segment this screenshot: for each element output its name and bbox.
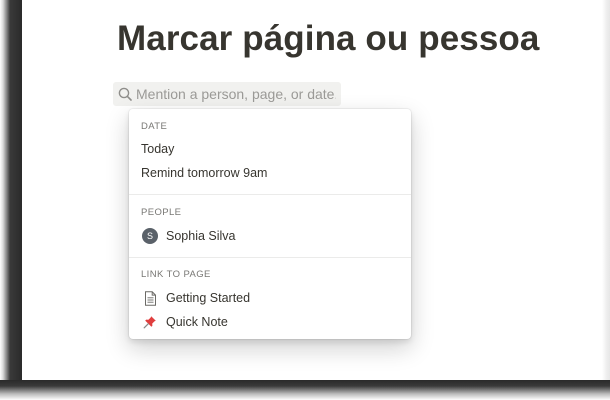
menu-item-person-sophia-silva[interactable]: S Sophia Silva — [129, 224, 411, 248]
menu-item-page-quick-note[interactable]: Quick Note — [129, 310, 411, 334]
page-title-label: Getting Started — [166, 291, 251, 305]
menu-item-page-getting-started[interactable]: Getting Started — [129, 286, 411, 310]
menu-item-label: Remind tomorrow 9am — [141, 166, 268, 180]
mention-search-box[interactable] — [113, 82, 341, 106]
page-canvas: Marcar página ou pessoa DATE Today Remin… — [22, 0, 602, 380]
window-shadow-bottom — [0, 380, 610, 400]
section-header-date: DATE — [141, 121, 168, 132]
page-title-label: Quick Note — [166, 315, 228, 329]
mention-search-input[interactable] — [136, 86, 336, 102]
page-title: Marcar página ou pessoa — [117, 19, 540, 58]
menu-item-remind-tomorrow[interactable]: Remind tomorrow 9am — [129, 161, 411, 185]
menu-item-label: Today — [141, 142, 175, 156]
window-shadow-right — [602, 0, 610, 400]
window-shadow-left — [0, 0, 22, 400]
section-header-link-to-page: LINK TO PAGE — [141, 269, 211, 280]
avatar: S — [142, 228, 158, 244]
section-divider — [129, 257, 411, 258]
screenshot-frame: Marcar página ou pessoa DATE Today Remin… — [0, 0, 610, 400]
menu-item-today[interactable]: Today — [129, 137, 411, 161]
document-icon — [142, 290, 158, 306]
search-icon — [117, 86, 133, 102]
mention-menu: DATE Today Remind tomorrow 9am PEOPLE S … — [129, 109, 411, 339]
pushpin-icon — [142, 314, 158, 330]
section-header-people: PEOPLE — [141, 207, 182, 218]
person-name: Sophia Silva — [166, 229, 236, 243]
section-divider — [129, 194, 411, 195]
